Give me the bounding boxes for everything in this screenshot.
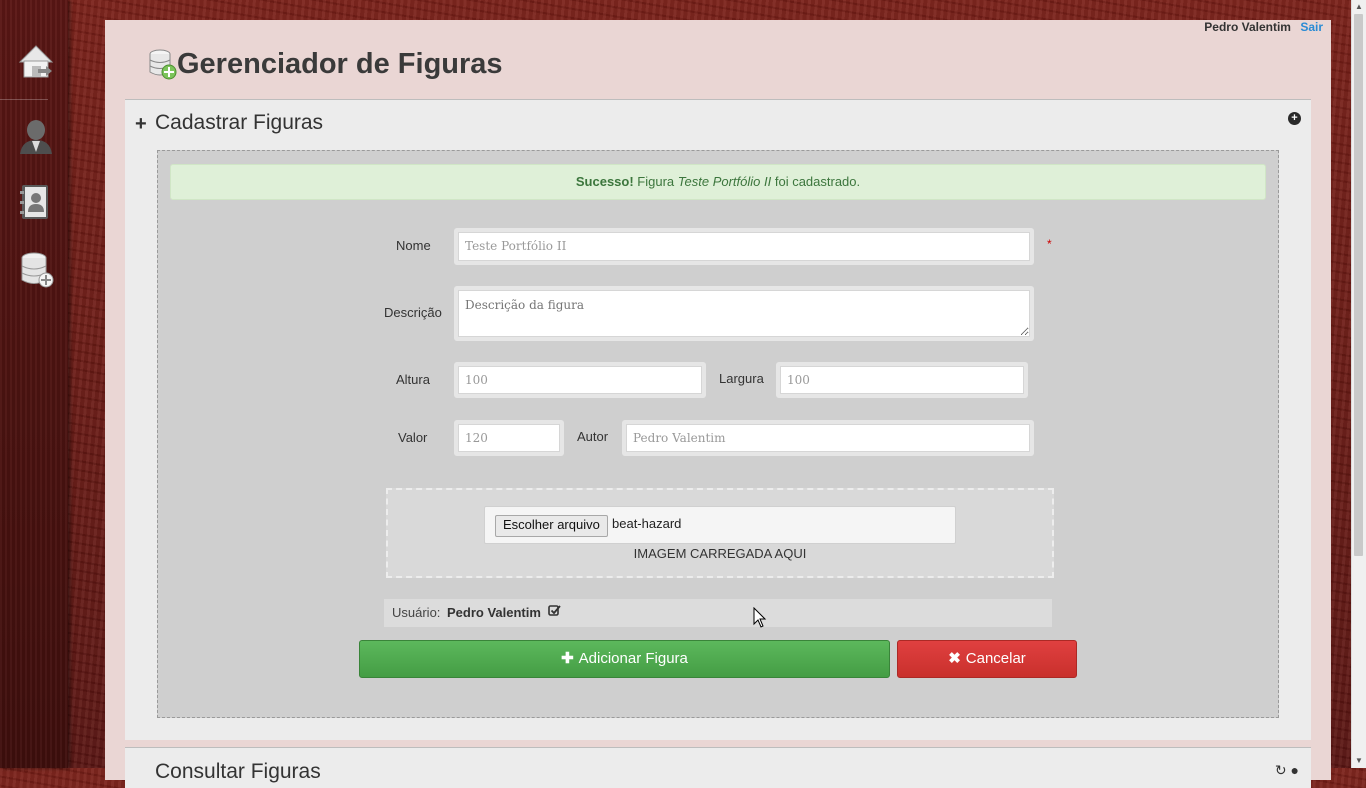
upload-dropzone[interactable]: Escolher arquivo beat-hazard IMAGEM CARR…	[386, 488, 1054, 578]
largura-label: Largura	[719, 371, 764, 386]
descricao-field[interactable]	[458, 290, 1030, 337]
alert-strong: Sucesso!	[575, 174, 634, 189]
nome-label: Nome	[396, 238, 431, 253]
altura-field[interactable]: 100	[458, 366, 702, 394]
sidebar-divider	[0, 99, 48, 100]
upload-caption: IMAGEM CARREGADA AQUI	[633, 546, 807, 561]
largura-field[interactable]: 100	[780, 366, 1024, 394]
valor-field-wrapper: 120	[454, 420, 564, 456]
close-icon: ✖	[948, 650, 961, 667]
register-section: + Cadastrar Figuras + Sucesso! Figura Te…	[125, 99, 1311, 740]
autor-field[interactable]: Pedro Valentim	[626, 424, 1030, 452]
alert-suffix: foi cadastrado.	[771, 174, 861, 189]
page-title: Gerenciador de Figuras	[177, 48, 503, 80]
descricao-label: Descrição	[384, 305, 442, 320]
add-figure-button[interactable]: ✚ Adicionar Figura	[359, 640, 890, 678]
user-row: Usuário: Pedro Valentim	[384, 599, 1052, 627]
file-name: beat-hazard	[612, 516, 682, 531]
home-icon[interactable]	[16, 42, 56, 82]
database-add-icon[interactable]	[16, 250, 56, 290]
user-name: Pedro Valentim	[1204, 20, 1291, 34]
alert-figure-name: Teste Portfólio II	[677, 174, 772, 189]
sidebar	[0, 0, 68, 768]
main-panel: Pedro Valentim Sair Gerenciador de Figur…	[105, 20, 1331, 788]
autor-label: Autor	[577, 429, 609, 444]
next-section-title: Consultar Figuras	[155, 760, 321, 783]
scroll-thumb[interactable]	[1354, 14, 1363, 556]
success-alert: Sucesso! Figura Teste Portfólio II foi c…	[170, 164, 1266, 200]
add-figure-label: Adicionar Figura	[578, 650, 688, 667]
required-mark: *	[1047, 237, 1052, 251]
section-title: Cadastrar Figuras	[155, 111, 324, 134]
largura-field-wrapper: 100	[776, 362, 1028, 398]
file-input[interactable]: Escolher arquivo beat-hazard	[484, 506, 956, 544]
valor-label: Valor	[398, 430, 428, 445]
altura-field-wrapper: 100	[454, 362, 706, 398]
section-tools: ↻ ●	[1275, 762, 1299, 779]
user-agent-icon[interactable]	[16, 116, 56, 156]
scroll-down-icon[interactable]: ▼	[1352, 754, 1366, 768]
user-area: Pedro Valentim Sair	[1204, 20, 1323, 34]
autor-field-wrapper: Pedro Valentim	[622, 420, 1034, 456]
form-area: Sucesso! Figura Teste Portfólio II foi c…	[157, 150, 1279, 718]
vertical-scrollbar[interactable]: ▲ ▼	[1351, 0, 1366, 768]
nome-field[interactable]: Teste Portfólio II	[458, 232, 1030, 261]
check-square-icon	[548, 604, 561, 620]
plus-icon: +	[135, 113, 147, 135]
alert-prefix: Figura	[633, 174, 678, 189]
choose-file-button[interactable]: Escolher arquivo	[495, 515, 608, 537]
cancel-label: Cancelar	[965, 650, 1026, 667]
expand-circle-icon[interactable]: ●	[1291, 762, 1299, 778]
user-row-value: Pedro Valentim	[447, 605, 541, 620]
refresh-icon[interactable]: ↻	[1275, 762, 1287, 778]
valor-field[interactable]: 120	[458, 424, 560, 452]
mouse-cursor-icon	[753, 606, 767, 634]
cancel-button[interactable]: ✖ Cancelar	[897, 640, 1077, 678]
expand-circle-icon[interactable]: +	[1288, 112, 1301, 125]
altura-label: Altura	[396, 372, 430, 387]
nome-field-wrapper: Teste Portfólio II	[454, 228, 1034, 265]
user-row-label: Usuário:	[392, 605, 441, 620]
logout-link[interactable]: Sair	[1300, 20, 1323, 34]
contact-book-icon[interactable]	[16, 182, 56, 222]
database-add-icon	[147, 48, 177, 85]
scroll-up-icon[interactable]: ▲	[1352, 0, 1366, 14]
descricao-field-wrapper	[454, 286, 1034, 341]
plus-icon: ✚	[561, 650, 574, 667]
